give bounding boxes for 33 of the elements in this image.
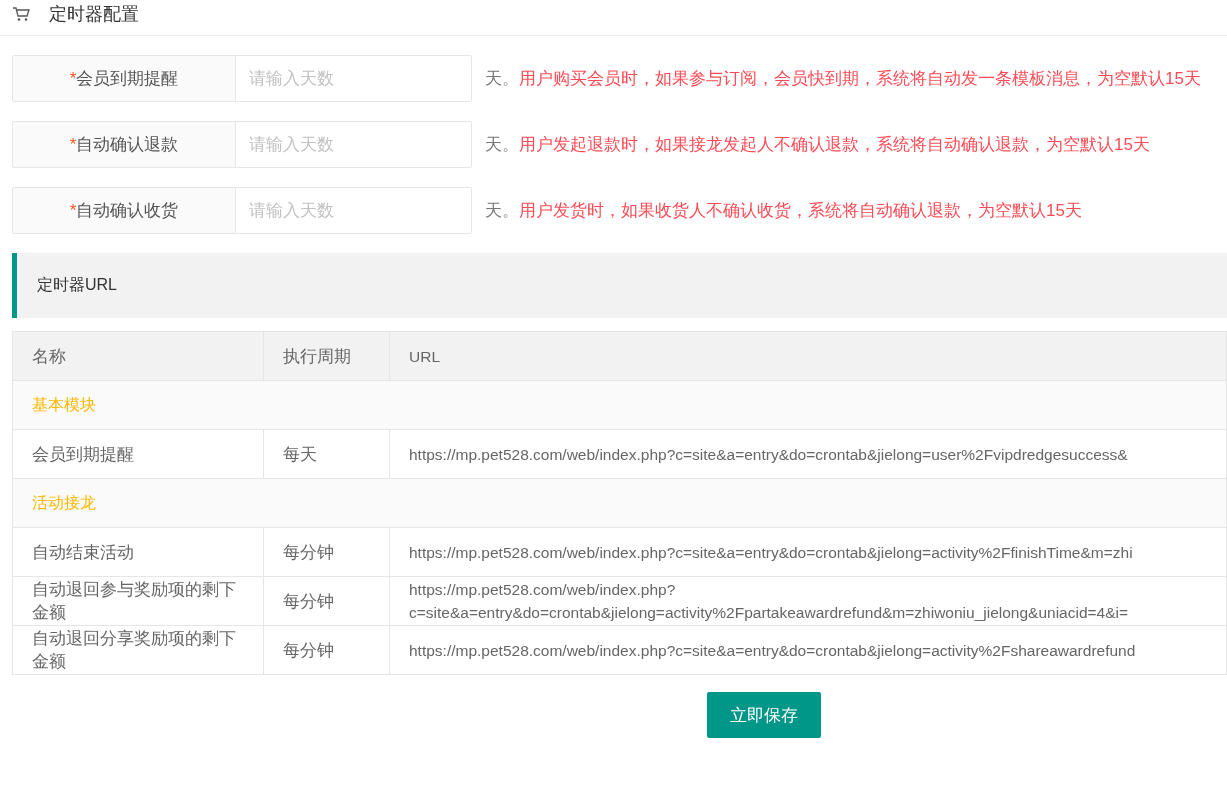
table-cell: 会员到期提醒 [12,429,264,479]
table-cell: 每分钟 [263,527,390,577]
field-label: *自动确认收货 [12,187,236,234]
days-input-field[interactable]: 请输入天数 [236,55,472,102]
unit-text: 天。 [485,68,519,90]
days-input-field[interactable]: 请输入天数 [236,121,472,168]
url-cell: https://mp.pet528.com/web/index.php?c=site&a=entry&do=crontab&jielong=activity%2Fshareawardrefund [389,625,1227,675]
table-cell: 自动结束活动 [12,527,264,577]
table-cell: 每分钟 [263,625,390,675]
hint-text: 用户购买会员时，如果参与订阅，会员快到期，系统将自动发一条模板消息，为空默认15天 [519,68,1201,90]
url-cell: https://mp.pet528.com/web/index.php?c=site&a=entry&do=crontab&jielong=user%2Fvipdredgesuccess& [389,429,1227,479]
table-cell: 每天 [263,429,390,479]
table-cell: 自动退回参与奖励项的剩下金额 [12,576,264,626]
column-header: 名称 [12,331,264,381]
url-cell: https://mp.pet528.com/web/index.php? c=site&a=entry&do=crontab&jielong=activity%2Fpartakeawardrefund&m=zhiwoniu_jielong&uniacid=4&i= [389,576,1227,626]
cart-icon [12,5,30,22]
column-header: 执行周期 [263,331,390,381]
unit-text: 天。 [485,200,519,222]
url-cell: https://mp.pet528.com/web/index.php?c=site&a=entry&do=crontab&jielong=activity%2FfinishTime&m=zhi [389,527,1227,577]
table-cell: 每分钟 [263,576,390,626]
page-title: 定时器配置 [49,2,139,26]
days-input-field[interactable]: 请输入天数 [236,187,472,234]
group-cell: 基本模块 [12,380,1227,430]
unit-text: 天。 [485,134,519,156]
hint-text: 用户发起退款时，如果接龙发起人不确认退款，系统将自动确认退款，为空默认15天 [519,134,1150,156]
field-label: *会员到期提醒 [12,55,236,102]
save-button[interactable]: 立即保存 [707,692,821,738]
hint-text: 用户发货时，如果收货人不确认收货，系统将自动确认退款，为空默认15天 [519,200,1082,222]
column-header: URL [389,331,1227,381]
group-cell: 活动接龙 [12,478,1227,528]
section-header: 定时器URL [12,253,1227,318]
table-cell: 自动退回分享奖励项的剩下金额 [12,625,264,675]
field-label: *自动确认退款 [12,121,236,168]
